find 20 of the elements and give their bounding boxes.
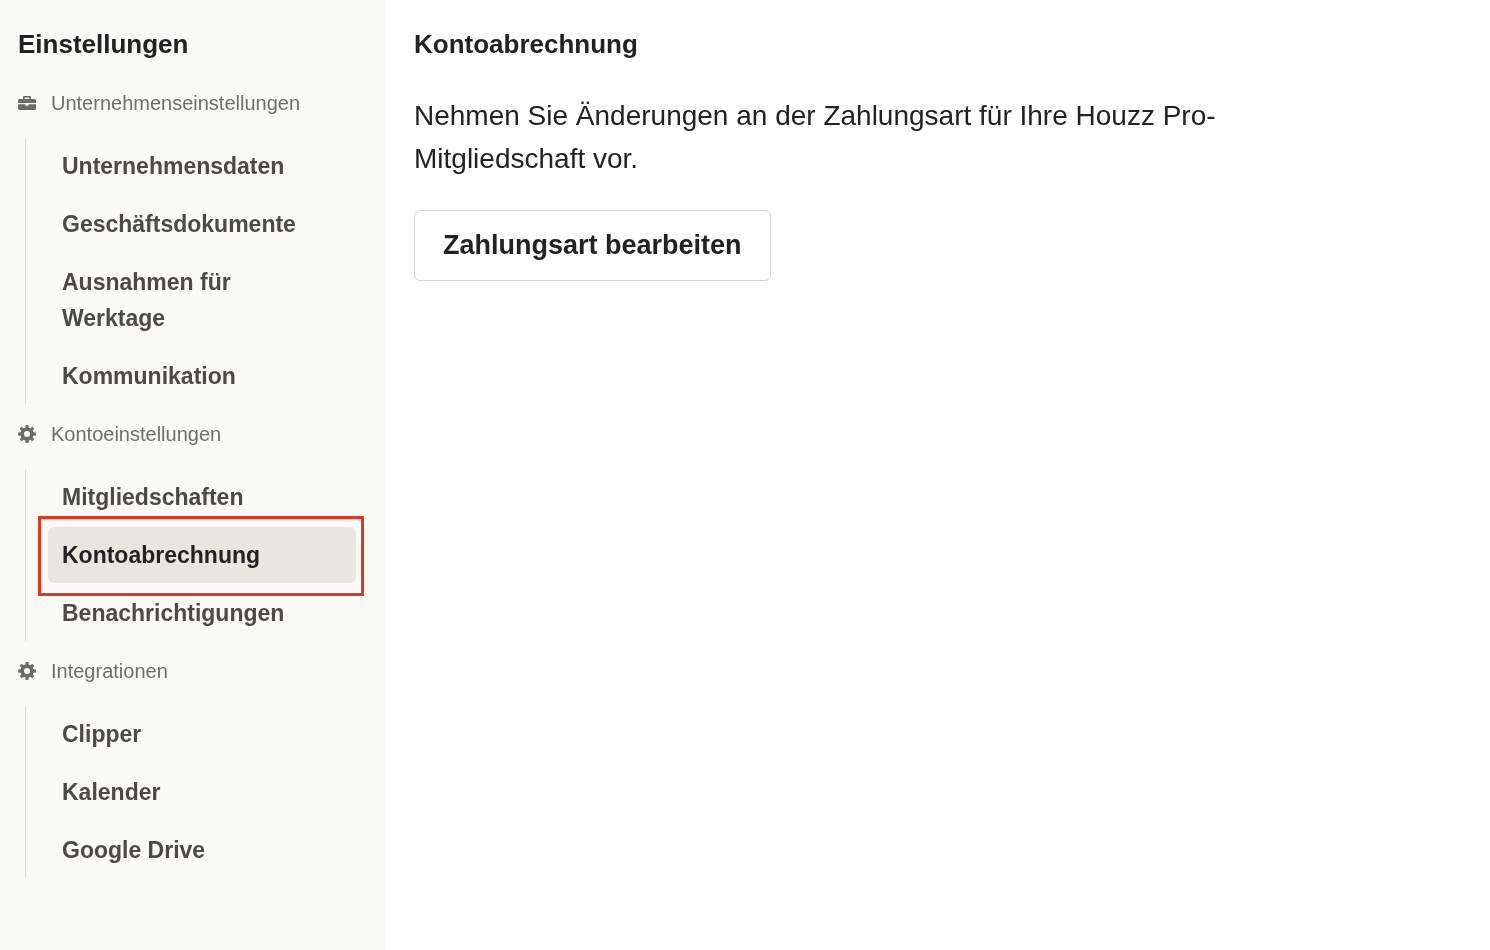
page-title: Kontoabrechnung	[414, 28, 639, 60]
sidebar-item[interactable]: Mitgliedschaften	[48, 469, 356, 525]
gear-icon	[18, 425, 36, 443]
sidebar-item[interactable]: Kommunikation	[48, 348, 356, 404]
gear-icon	[18, 662, 36, 680]
description-text: Nehmen Sie Änderungen an der Zahlungsart für Ihre Houzz Pro-Mitgliedschaft vor.	[414, 99, 1217, 176]
section-heading: Unternehmenseinstellungen	[51, 91, 301, 115]
sidebar-item[interactable]: Kalender	[48, 764, 356, 820]
sidebar-item[interactable]: Geschäftsdokumente	[48, 196, 356, 252]
section-heading: Kontoeinstellungen	[51, 422, 222, 446]
briefcase-icon	[18, 96, 36, 110]
sidebar-item[interactable]: Google Drive	[48, 822, 356, 878]
sidebar-title: Einstellungen	[18, 28, 190, 60]
sidebar-item[interactable]: Ausnahmen für Werktage	[48, 254, 356, 346]
sidebar-item[interactable]: Clipper	[48, 706, 356, 762]
section-heading: Integrationen	[51, 659, 168, 683]
sidebar-item[interactable]: Unternehmensdaten	[48, 138, 356, 194]
edit-payment-button[interactable]: Zahlungsart bearbeiten	[414, 210, 771, 281]
sidebar-item[interactable]: Kontoabrechnung	[48, 527, 356, 583]
sidebar-item[interactable]: Benachrichtigungen	[48, 585, 356, 641]
